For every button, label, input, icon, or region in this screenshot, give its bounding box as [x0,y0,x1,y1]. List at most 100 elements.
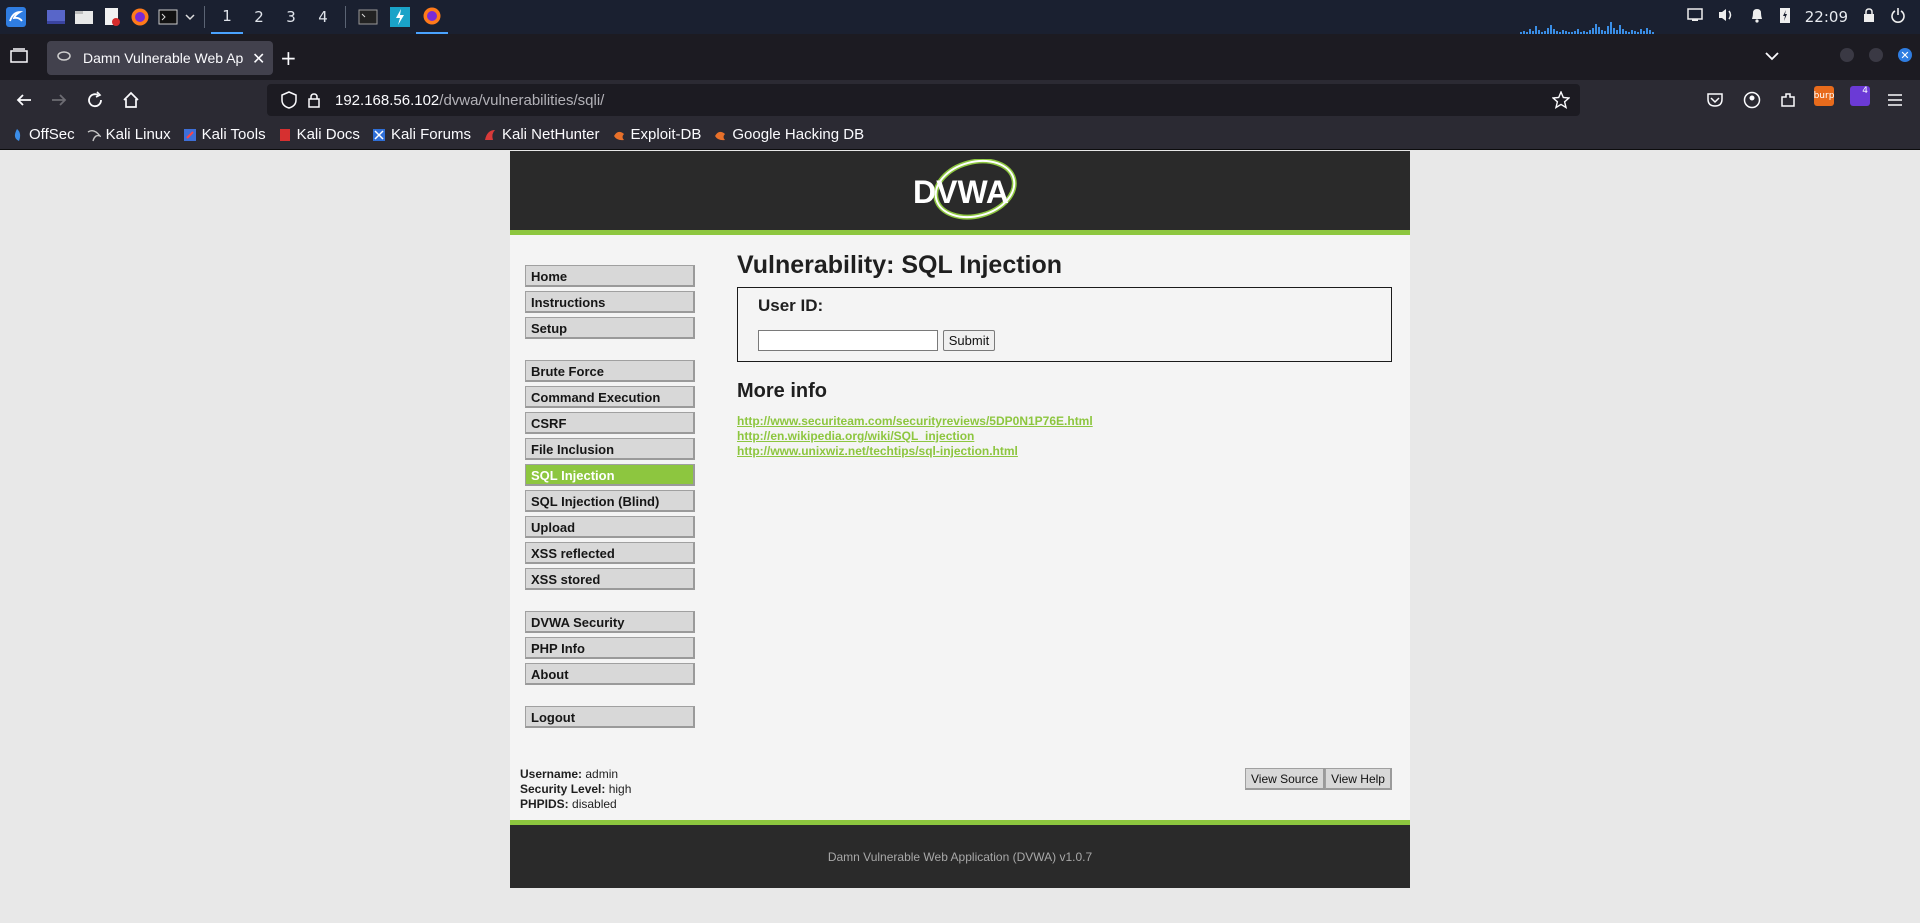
kali-tools-icon [183,128,197,142]
username-line: Username: admin [520,767,631,782]
forward-button[interactable] [43,84,75,116]
menu-sql-injection[interactable]: SQL Injection [525,464,695,486]
link-wikipedia[interactable]: http://en.wikipedia.org/wiki/SQL_injecti… [737,429,1392,444]
power-icon[interactable] [1890,7,1906,27]
clock[interactable]: 22:09 [1805,8,1848,26]
extensions-icon[interactable] [1779,91,1797,113]
phpids-line: PHPIDS: disabled [520,797,631,812]
file-manager-icon[interactable] [70,0,98,34]
workspace-2[interactable]: 2 [243,0,275,34]
menu-command-execution[interactable]: Command Execution [525,386,695,408]
network-graph [1520,16,1670,34]
menu-xss-reflected[interactable]: XSS reflected [525,542,695,564]
security-level-line: Security Level: high [520,782,631,797]
burp-window-icon[interactable] [384,0,416,34]
window-close-button[interactable]: ✕ [1898,48,1912,62]
site-info-icon[interactable] [307,92,321,108]
link-unixwiz[interactable]: http://www.unixwiz.net/techtips/sql-inje… [737,444,1392,459]
net-activity-bar [1619,25,1621,34]
bookmark-kali-docs[interactable]: Kali Docs [278,126,360,143]
foxyproxy-icon[interactable]: 4 [1850,86,1870,106]
tab-overview-icon[interactable] [10,47,28,67]
chevron-down-icon[interactable] [182,0,198,34]
workspace-1[interactable]: 1 [211,0,243,34]
reload-button[interactable] [79,84,111,116]
footer-text: Damn Vulnerable Web Application (DVWA) v… [827,849,1093,864]
panel-separator [204,6,205,28]
display-icon[interactable] [1687,8,1703,26]
view-help-button[interactable]: View Help [1325,768,1392,790]
battery-icon[interactable] [1779,6,1791,28]
menu-upload[interactable]: Upload [525,516,695,538]
menu-php-info[interactable]: PHP Info [525,637,695,659]
firefox-window-icon[interactable] [416,0,448,34]
url-host: 192.168.56.102 [335,91,440,109]
bookmark-kali-nethunter[interactable]: Kali NetHunter [483,126,600,143]
user-id-input[interactable] [758,330,938,351]
tracking-protection-icon[interactable] [281,91,297,109]
home-button[interactable] [115,84,147,116]
burp-extension-icon[interactable]: burp [1814,86,1834,106]
firefox-launcher-icon[interactable] [126,0,154,34]
vulnerable-code-area: User ID: Submit [737,287,1392,362]
menu-sql-injection-blind[interactable]: SQL Injection (Blind) [525,490,695,512]
tab-close-icon[interactable]: ✕ [252,49,265,68]
tab-strip: + ✕ [0,34,1920,80]
menu-xss-stored[interactable]: XSS stored [525,568,695,590]
menu-setup[interactable]: Setup [525,317,695,339]
net-activity-bar [1598,27,1600,34]
account-icon[interactable] [1743,91,1761,113]
menu-logout[interactable]: Logout [525,706,695,728]
menu-brute-force[interactable]: Brute Force [525,360,695,382]
lock-icon[interactable] [1862,7,1876,27]
bookmark-kali-linux[interactable]: Kali Linux [87,126,171,143]
bookmark-star-icon[interactable] [1551,90,1571,113]
terminal-launcher-icon[interactable] [154,0,182,34]
bookmark-offsec[interactable]: OffSec [10,126,75,143]
user-id-label: User ID: [758,296,824,315]
menu-instructions[interactable]: Instructions [525,291,695,313]
url-path: /dvwa/vulnerabilities/sqli/ [439,91,605,109]
bookmark-label: Kali NetHunter [501,126,600,143]
menu-about[interactable]: About [525,663,695,685]
menu-dvwa-security[interactable]: DVWA Security [525,611,695,633]
kali-dragon-icon [87,128,101,142]
pocket-icon[interactable] [1706,91,1724,113]
bookmark-label: Google Hacking DB [732,126,865,143]
net-activity-bar [1607,26,1609,34]
workspace-3[interactable]: 3 [275,0,307,34]
back-button[interactable] [8,84,40,116]
url-bar[interactable]: 192.168.56.102/dvwa/vulnerabilities/sqli… [267,84,1580,116]
view-source-button[interactable]: View Source [1245,768,1326,790]
bookmark-exploit-db[interactable]: Exploit-DB [612,126,701,143]
new-tab-button[interactable]: + [280,46,297,70]
maximize-button[interactable] [1869,48,1883,62]
minimize-button[interactable] [1840,48,1854,62]
workspace-4[interactable]: 4 [307,0,339,34]
bookmark-kali-tools[interactable]: Kali Tools [183,126,266,143]
list-all-tabs-icon[interactable] [1764,47,1780,66]
bookmark-label: Kali Forums [390,126,471,143]
menu-csrf[interactable]: CSRF [525,412,695,434]
footer-buttons: View Source View Help [1245,768,1392,790]
bookmarks-bar: OffSec Kali Linux Kali Tools Kali Docs K… [0,120,1920,150]
bookmark-label: Kali Linux [105,126,171,143]
desktop-icon[interactable] [42,0,70,34]
bookmark-google-hacking-db[interactable]: Google Hacking DB [713,126,864,143]
dvwa-logo: DVWA [905,158,1025,223]
username-value: admin [585,767,619,781]
volume-icon[interactable] [1717,7,1735,27]
notification-bell-icon[interactable] [1749,7,1765,27]
submit-button[interactable]: Submit [943,330,995,351]
ghdb-icon [713,128,727,142]
link-securiteam[interactable]: http://www.securiteam.com/securityreview… [737,414,1392,429]
kali-menu-icon[interactable] [0,0,32,34]
hamburger-menu-icon[interactable] [1887,92,1903,111]
bookmark-kali-forums[interactable]: Kali Forums [372,126,471,143]
tab-dvwa[interactable]: Damn Vulnerable Web Ap ✕ [47,41,273,75]
bookmark-label: Kali Tools [201,126,266,143]
menu-home[interactable]: Home [525,265,695,287]
menu-file-inclusion[interactable]: File Inclusion [525,438,695,460]
terminal-window-icon[interactable] [352,0,384,34]
text-editor-icon[interactable] [98,0,126,34]
